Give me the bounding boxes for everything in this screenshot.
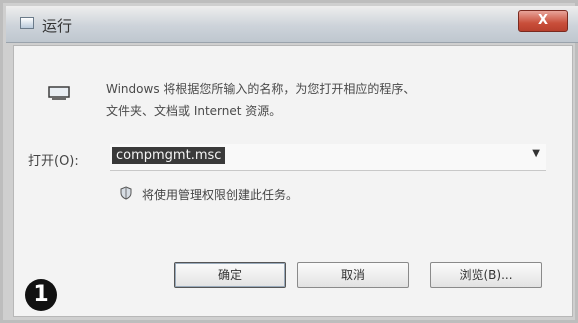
step-number-badge: 1 [25,279,57,311]
description-line-2: 文件夹、文档或 Internet 资源。 [106,104,282,118]
ok-button[interactable]: 确定 [174,262,286,288]
window-title: 运行 [42,17,73,35]
close-button[interactable]: X [518,10,568,32]
chevron-down-icon[interactable]: ▼ [532,148,540,159]
command-value[interactable]: compmgmt.msc [112,147,226,164]
cancel-button[interactable]: 取消 [297,262,409,288]
open-label: 打开(O): [28,154,79,169]
command-input[interactable]: compmgmt.msc ▼ [110,144,546,171]
admin-note: 将使用管理权限创建此任务。 [142,188,299,202]
dialog-content: Windows 将根据您所输入的名称，为您打开相应的程序、 文件夹、文档或 In… [13,45,573,317]
description-line-1: Windows 将根据您所输入的名称，为您打开相应的程序、 [106,82,416,96]
run-dialog-window: 运行 X Windows 将根据您所输入的名称，为您打开相应的程序、 文件夹、文… [0,0,578,323]
browse-button[interactable]: 浏览(B)... [430,262,542,288]
run-program-icon [48,86,70,100]
title-bar[interactable]: 运行 X [6,6,578,43]
shield-icon [120,186,132,200]
dialog-description: Windows 将根据您所输入的名称，为您打开相应的程序、 文件夹、文档或 In… [106,78,546,122]
run-dialog-icon [20,17,34,29]
